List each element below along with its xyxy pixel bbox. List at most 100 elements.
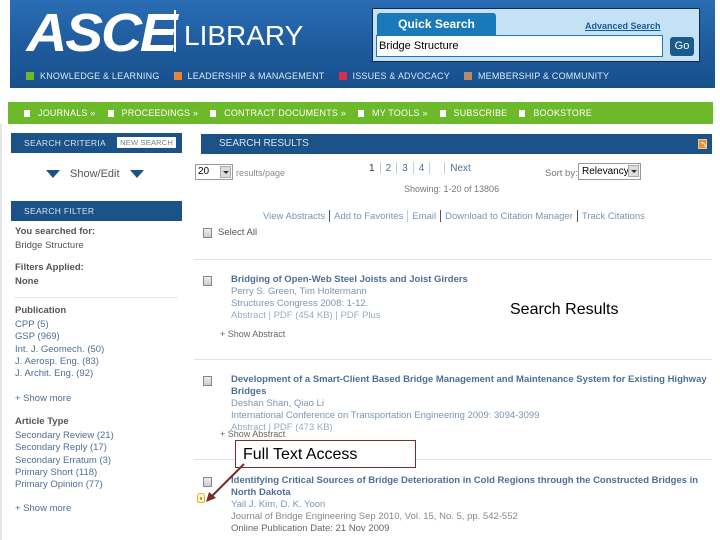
search-criteria-title: SEARCH CRITERIA: [24, 138, 106, 148]
download-citation-link[interactable]: Download to Citation Manager: [441, 211, 577, 222]
rss-icon[interactable]: [698, 139, 707, 149]
sidebar-edge: [0, 124, 2, 540]
article-type-filter[interactable]: Secondary Erratum (3): [15, 455, 114, 467]
top-nav-leadership-management[interactable]: LEADERSHIP & MANAGEMENT: [173, 71, 325, 81]
result-authors[interactable]: Perry S. Green, Tim Holtermann: [231, 286, 709, 298]
nav-proceedings[interactable]: PROCEEDINGS »: [107, 108, 199, 118]
page-3[interactable]: 3: [397, 163, 413, 174]
orange-square-icon: [173, 72, 182, 80]
result-checkbox[interactable]: [203, 376, 212, 386]
pagination: 1 2 3 4 Next: [364, 162, 476, 174]
nav-label: SUBSCRIBE: [453, 108, 508, 118]
triangle-down-icon: [129, 170, 144, 178]
annotation-full-text-access: Full Text Access: [235, 440, 416, 468]
show-edit-toggle[interactable]: Show/Edit: [46, 168, 144, 180]
annotation-search-results: Search Results: [510, 301, 619, 318]
view-abstracts-link[interactable]: View Abstracts: [259, 211, 329, 222]
search-filter-title: SEARCH FILTER: [24, 206, 95, 216]
quick-search-box: Quick Search Advanced Search Go: [372, 8, 700, 62]
new-search-button[interactable]: NEW SEARCH: [117, 137, 176, 148]
article-type-label: Article Type: [15, 416, 69, 427]
go-button[interactable]: Go: [670, 37, 694, 56]
show-more-article-types[interactable]: + Show more: [15, 503, 71, 514]
nav-bookstore[interactable]: BOOKSTORE: [519, 108, 592, 118]
track-citations-link[interactable]: Track Citations: [578, 211, 649, 222]
asce-logo[interactable]: ASCE: [26, 2, 177, 64]
results-count: Showing: 1-20 of 13806: [404, 184, 500, 194]
article-type-filter[interactable]: Secondary Review (21): [15, 430, 114, 442]
publication-filter[interactable]: J. Archit. Eng. (92): [15, 368, 104, 380]
add-to-favorites-link[interactable]: Add to Favorites: [330, 211, 407, 222]
show-edit-label: Show/Edit: [70, 168, 120, 180]
result-authors[interactable]: Yail J. Kim, D. K. Yoon: [231, 499, 709, 511]
searched-for-value: Bridge Structure: [15, 240, 84, 251]
search-input[interactable]: [376, 35, 663, 57]
quick-search-tab[interactable]: Quick Search: [377, 13, 496, 35]
result-date: Online Publication Date: 21 Nov 2009: [231, 523, 390, 534]
article-type-filter[interactable]: Primary Short (118): [15, 467, 114, 479]
full-text-access-icon[interactable]: [197, 493, 205, 503]
page-4[interactable]: 4: [414, 163, 430, 174]
select-all[interactable]: Select All: [203, 227, 257, 238]
nav-my-tools[interactable]: MY TOOLS »: [358, 108, 428, 118]
sort-select[interactable]: Relevancy: [578, 163, 641, 180]
publication-filter[interactable]: J. Aerosp. Eng. (83): [15, 356, 104, 368]
nav-subscribe[interactable]: SUBSCRIBE: [439, 108, 508, 118]
nav-journals[interactable]: JOURNALS »: [24, 108, 96, 118]
result-body: Bridging of Open-Web Steel Joists and Jo…: [231, 274, 709, 322]
result-checkbox[interactable]: [203, 276, 212, 286]
top-nav-label: KNOWLEDGE & LEARNING: [40, 71, 160, 81]
result-title[interactable]: Identifying Critical Sources of Bridge D…: [231, 475, 709, 499]
top-nav-membership-community[interactable]: MEMBERSHIP & COMMUNITY: [463, 71, 609, 81]
results-per-page-select[interactable]: 20: [195, 164, 233, 180]
nav-label: CONTRACT DOCUMENTS »: [224, 108, 346, 118]
select-all-checkbox[interactable]: [203, 227, 212, 238]
show-abstract-toggle[interactable]: + Show Abstract: [220, 429, 285, 439]
nav-contract-documents[interactable]: CONTRACT DOCUMENTS »: [210, 108, 346, 118]
article-type-filter[interactable]: Secondary Reply (17): [15, 442, 114, 454]
nav-label: PROCEEDINGS »: [121, 108, 199, 118]
publication-list: CPP (5) GSP (969) Int. J. Geomech. (50) …: [15, 319, 104, 380]
result-links[interactable]: Abstract | PDF (454 KB) | PDF Plus: [231, 310, 709, 322]
publication-filter[interactable]: Int. J. Geomech. (50): [15, 344, 104, 356]
bullet-icon: [519, 109, 526, 117]
per-page-label: results/page: [236, 168, 286, 178]
result-source: Structures Congress 2008: 1-12.: [231, 298, 369, 309]
main-nav: JOURNALS » PROCEEDINGS » CONTRACT DOCUME…: [8, 102, 713, 124]
article-type-filter[interactable]: Primary Opinion (77): [15, 479, 114, 491]
nav-label: BOOKSTORE: [533, 108, 593, 118]
email-link[interactable]: Email: [408, 211, 440, 222]
advanced-search-link[interactable]: Advanced Search: [585, 21, 661, 31]
result-source: Journal of Bridge Engineering Sep 2010, …: [231, 511, 518, 522]
filters-applied-value: None: [15, 276, 39, 287]
search-results-title: SEARCH RESULTS: [219, 138, 309, 149]
result-title[interactable]: Development of a Smart-Client Based Brid…: [231, 374, 709, 398]
result-authors[interactable]: Deshan Shan, Qiao Li: [231, 398, 709, 410]
publication-filter[interactable]: GSP (969): [15, 331, 104, 343]
show-abstract-toggle[interactable]: + Show Abstract: [220, 329, 285, 339]
dropdown-arrow-icon: [220, 166, 231, 178]
next-page-link[interactable]: Next: [445, 163, 476, 174]
top-nav-knowledge-learning[interactable]: KNOWLEDGE & LEARNING: [26, 71, 160, 81]
publication-filter[interactable]: CPP (5): [15, 319, 104, 331]
result-links[interactable]: Abstract | PDF (473 KB): [231, 422, 709, 434]
result-title[interactable]: Bridging of Open-Web Steel Joists and Jo…: [231, 274, 709, 286]
page-1: 1: [369, 162, 375, 174]
select-all-label: Select All: [218, 227, 258, 238]
tan-square-icon: [463, 72, 472, 80]
annotation-arrowhead: [206, 492, 216, 502]
pager-separator: [429, 162, 431, 174]
result-checkbox[interactable]: [203, 477, 212, 487]
show-more-publications[interactable]: + Show more: [15, 393, 71, 404]
bullet-icon: [358, 109, 364, 117]
logo-divider: [174, 10, 176, 52]
sort-label: Sort by:: [545, 168, 578, 179]
top-nav: KNOWLEDGE & LEARNING LEADERSHIP & MANAGE…: [26, 71, 609, 81]
sidebar-divider: [14, 297, 178, 298]
library-logo-text: LIBRARY: [184, 20, 304, 51]
triangle-down-icon: [46, 170, 60, 178]
article-type-list: Secondary Review (21) Secondary Reply (1…: [15, 430, 114, 491]
page-2[interactable]: 2: [381, 163, 397, 174]
top-nav-label: ISSUES & ADVOCACY: [352, 71, 450, 81]
top-nav-issues-advocacy[interactable]: ISSUES & ADVOCACY: [338, 71, 450, 81]
